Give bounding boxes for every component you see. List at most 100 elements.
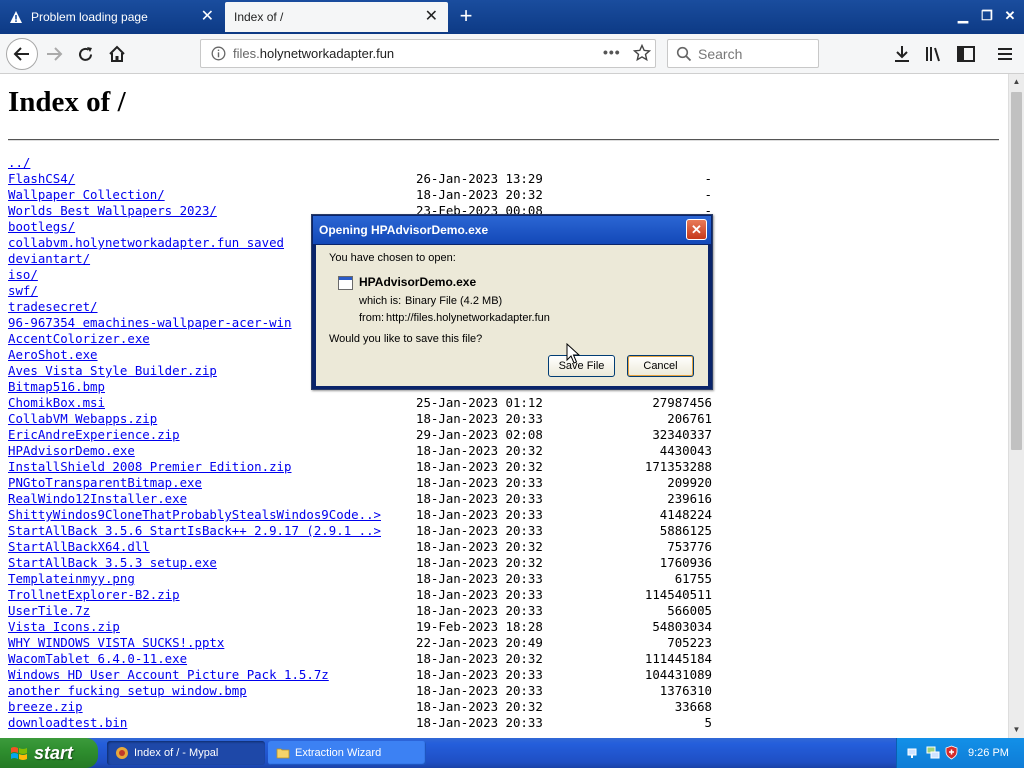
file-link[interactable]: EricAndreExperience.zip xyxy=(8,427,180,442)
security-shield-icon[interactable] xyxy=(944,745,959,760)
file-link[interactable]: 96-967354 emachines-wallpaper-acer-win xyxy=(8,315,291,330)
file-link[interactable]: iso/ xyxy=(8,267,38,282)
file-date: 18-Jan-2023 20:33 xyxy=(416,603,543,618)
file-date: 18-Jan-2023 20:33 xyxy=(416,683,543,698)
file-link[interactable]: collabvm.holynetworkadapter.fun saved xyxy=(8,235,284,250)
file-link[interactable]: deviantart/ xyxy=(8,251,90,266)
file-link[interactable]: FlashCS4/ xyxy=(8,171,75,186)
file-link[interactable]: StartAllBackX64.dll xyxy=(8,539,150,554)
taskbar-item-extraction-wizard[interactable]: Extraction Wizard xyxy=(268,741,426,765)
file-link[interactable]: breeze.zip xyxy=(8,699,83,714)
dialog-close-button[interactable]: ✕ xyxy=(686,219,707,240)
file-link[interactable]: AccentColorizer.exe xyxy=(8,331,150,346)
dialog-prompt: You have chosen to open: xyxy=(329,252,456,264)
file-link[interactable]: RealWindo12Installer.exe xyxy=(8,491,187,506)
start-button[interactable]: start xyxy=(0,738,98,768)
file-link[interactable]: WacomTablet 6.4.0-11.exe xyxy=(8,651,187,666)
search-icon xyxy=(676,46,692,62)
file-link[interactable]: UserTile.7z xyxy=(8,603,90,618)
file-link[interactable]: WHY WINDOWS VISTA SUCKS!.pptx xyxy=(8,635,224,650)
file-link[interactable]: Bitmap516.bmp xyxy=(8,379,105,394)
new-tab-button[interactable]: + xyxy=(452,0,480,34)
list-item: breeze.zip 18-Jan-2023 20:32 33668 xyxy=(8,699,712,715)
network-icon[interactable] xyxy=(907,745,922,760)
address-bar[interactable]: files.holynetworkadapter.fun ••• xyxy=(200,39,656,68)
file-link[interactable]: Worlds Best Wallpapers 2023/ xyxy=(8,203,217,218)
file-link[interactable]: another fucking setup window.bmp xyxy=(8,683,247,698)
file-link[interactable]: ../ xyxy=(8,155,30,170)
list-item: another fucking setup window.bmp 18-Jan-2… xyxy=(8,683,712,699)
vertical-scrollbar[interactable]: ▲ ▼ xyxy=(1008,74,1024,738)
file-link[interactable]: downloadtest.bin xyxy=(8,715,127,730)
taskbar-item-mypal[interactable]: Index of / - Mypal xyxy=(107,741,265,765)
file-link[interactable]: PNGtoTransparentBitmap.exe xyxy=(8,475,202,490)
download-icon[interactable] xyxy=(892,44,912,64)
file-size: 753776 xyxy=(667,539,712,554)
info-icon[interactable] xyxy=(211,46,226,61)
file-link[interactable]: StartAllBack 3.5.3 setup.exe xyxy=(8,555,217,570)
file-link[interactable]: Wallpaper Collection/ xyxy=(8,187,165,202)
list-item: StartAllBack 3.5.6 StartIsBack++ 2.9.17 … xyxy=(8,523,712,539)
file-date: 18-Jan-2023 20:33 xyxy=(416,507,543,522)
reload-button[interactable] xyxy=(71,40,99,68)
list-item: downloadtest.bin 18-Jan-2023 20:33 5 xyxy=(8,715,712,731)
file-size: 5 xyxy=(704,715,712,730)
url-text[interactable]: files.holynetworkadapter.fun xyxy=(233,40,394,67)
file-link[interactable]: bootlegs/ xyxy=(8,219,75,234)
list-item: CollabVM Webapps.zip 18-Jan-2023 20:33 206… xyxy=(8,411,712,427)
file-date: 18-Jan-2023 20:32 xyxy=(416,539,543,554)
library-icon[interactable] xyxy=(924,44,944,64)
page-actions-icon[interactable]: ••• xyxy=(603,40,621,65)
save-file-button[interactable]: Save File xyxy=(548,355,615,377)
close-window-button[interactable]: ✕ xyxy=(1000,6,1020,26)
file-link[interactable]: TrollnetExplorer-B2.zip xyxy=(8,587,180,602)
file-link[interactable]: ShittyWindos9CloneThatProbablyStealsWind… xyxy=(8,507,381,522)
file-date: 18-Jan-2023 20:33 xyxy=(416,411,543,426)
restore-window-button[interactable]: ❐ xyxy=(977,6,997,26)
file-size: 111445184 xyxy=(644,651,712,666)
forward-button[interactable] xyxy=(40,40,68,68)
search-input[interactable] xyxy=(698,41,816,66)
page-viewport: Index of / ../FlashCS4/26-Jan-2023 13:29… xyxy=(0,74,1008,738)
page-title: Index of / xyxy=(8,86,126,118)
scroll-down-arrow-icon[interactable]: ▼ xyxy=(1009,722,1024,738)
list-item: UserTile.7z 18-Jan-2023 20:33 566005 xyxy=(8,603,712,619)
close-tab-icon[interactable]: ✕ xyxy=(201,2,214,32)
file-date: 18-Jan-2023 20:32 xyxy=(416,651,543,666)
hamburger-menu-icon[interactable] xyxy=(995,44,1015,64)
file-link[interactable]: ChomikBox.msi xyxy=(8,395,105,410)
file-date: 18-Jan-2023 20:33 xyxy=(416,587,543,602)
file-link[interactable]: Templateinmyy.png xyxy=(8,571,135,586)
file-size: 1760936 xyxy=(659,555,712,570)
file-link[interactable]: AeroShot.exe xyxy=(8,347,98,362)
home-button[interactable] xyxy=(103,40,131,68)
file-link[interactable]: HPAdvisorDemo.exe xyxy=(8,443,135,458)
scroll-up-arrow-icon[interactable]: ▲ xyxy=(1009,74,1024,90)
file-link[interactable]: Windows HD User Account Picture Pack 1.5… xyxy=(8,667,329,682)
close-tab-icon[interactable]: ✕ xyxy=(425,2,438,32)
taskbar-item-label: Index of / - Mypal xyxy=(134,747,219,759)
minimize-window-button[interactable]: ▁ xyxy=(953,6,973,26)
bookmark-star-icon[interactable] xyxy=(633,44,651,62)
dialog-titlebar[interactable]: Opening HPAdvisorDemo.exe ✕ xyxy=(313,216,711,244)
file-link[interactable]: InstallShield 2008 Premier Edition.zip xyxy=(8,459,291,474)
tab-index-of[interactable]: Index of / ✕ xyxy=(225,2,448,32)
scrollbar-thumb[interactable] xyxy=(1011,92,1022,450)
list-item: StartAllBack 3.5.3 setup.exe 18-Jan-2023 … xyxy=(8,555,712,571)
cancel-button[interactable]: Cancel xyxy=(627,355,694,377)
file-link[interactable]: tradesecret/ xyxy=(8,299,98,314)
file-date: 19-Feb-2023 18:28 xyxy=(416,619,543,634)
file-link[interactable]: Aves Vista Style Builder.zip xyxy=(8,363,217,378)
sidebar-toggle-icon[interactable] xyxy=(956,44,976,64)
list-item: RealWindo12Installer.exe 18-Jan-2023 20:3… xyxy=(8,491,712,507)
list-item: WacomTablet 6.4.0-11.exe 18-Jan-2023 20:3… xyxy=(8,651,712,667)
file-link[interactable]: Vista Icons.zip xyxy=(8,619,120,634)
tab-problem-loading[interactable]: Problem loading page ✕ xyxy=(0,2,224,32)
back-button[interactable] xyxy=(6,38,38,70)
list-item: Templateinmyy.png 18-Jan-2023 20:33 61755 xyxy=(8,571,712,587)
file-link[interactable]: swf/ xyxy=(8,283,38,298)
search-bar[interactable] xyxy=(667,39,819,68)
network-connection-icon[interactable] xyxy=(925,745,940,760)
file-link[interactable]: StartAllBack 3.5.6 StartIsBack++ 2.9.17 … xyxy=(8,523,381,538)
file-link[interactable]: CollabVM Webapps.zip xyxy=(8,411,157,426)
